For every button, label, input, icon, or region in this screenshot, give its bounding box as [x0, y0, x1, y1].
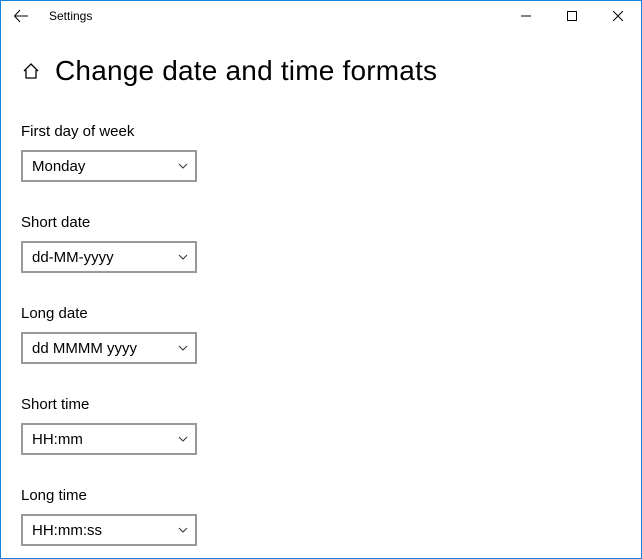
field-long-date: Long date dd MMMM yyyy — [21, 305, 621, 364]
select-value: dd-MM-yyyy — [32, 249, 114, 266]
chevron-down-icon — [177, 160, 189, 172]
long-time-select[interactable]: HH:mm:ss — [21, 514, 197, 546]
home-button[interactable] — [21, 61, 41, 81]
field-long-time: Long time HH:mm:ss — [21, 487, 621, 546]
chevron-down-icon — [177, 342, 189, 354]
select-value: dd MMMM yyyy — [32, 340, 137, 357]
titlebar: Settings — [1, 1, 641, 31]
back-button[interactable] — [7, 1, 35, 31]
page-header: Change date and time formats — [21, 55, 621, 87]
first-day-of-week-select[interactable]: Monday — [21, 150, 197, 182]
maximize-button[interactable] — [549, 1, 595, 31]
chevron-down-icon — [177, 524, 189, 536]
field-short-time: Short time HH:mm — [21, 396, 621, 455]
field-label: Short date — [21, 214, 621, 231]
home-icon — [22, 62, 40, 80]
close-icon — [613, 11, 623, 21]
field-label: First day of week — [21, 123, 621, 140]
close-button[interactable] — [595, 1, 641, 31]
field-label: Long date — [21, 305, 621, 322]
long-date-select[interactable]: dd MMMM yyyy — [21, 332, 197, 364]
field-first-day-of-week: First day of week Monday — [21, 123, 621, 182]
field-short-date: Short date dd-MM-yyyy — [21, 214, 621, 273]
minimize-button[interactable] — [503, 1, 549, 31]
window-controls — [503, 1, 641, 31]
page-title: Change date and time formats — [55, 55, 437, 87]
field-label: Long time — [21, 487, 621, 504]
select-value: HH:mm:ss — [32, 522, 102, 539]
field-label: Short time — [21, 396, 621, 413]
select-value: HH:mm — [32, 431, 83, 448]
maximize-icon — [567, 11, 577, 21]
page-content: Change date and time formats First day o… — [1, 31, 641, 546]
select-value: Monday — [32, 158, 85, 175]
chevron-down-icon — [177, 433, 189, 445]
chevron-down-icon — [177, 251, 189, 263]
window-title: Settings — [49, 9, 92, 23]
short-time-select[interactable]: HH:mm — [21, 423, 197, 455]
short-date-select[interactable]: dd-MM-yyyy — [21, 241, 197, 273]
minimize-icon — [521, 11, 531, 21]
arrow-left-icon — [13, 8, 29, 24]
